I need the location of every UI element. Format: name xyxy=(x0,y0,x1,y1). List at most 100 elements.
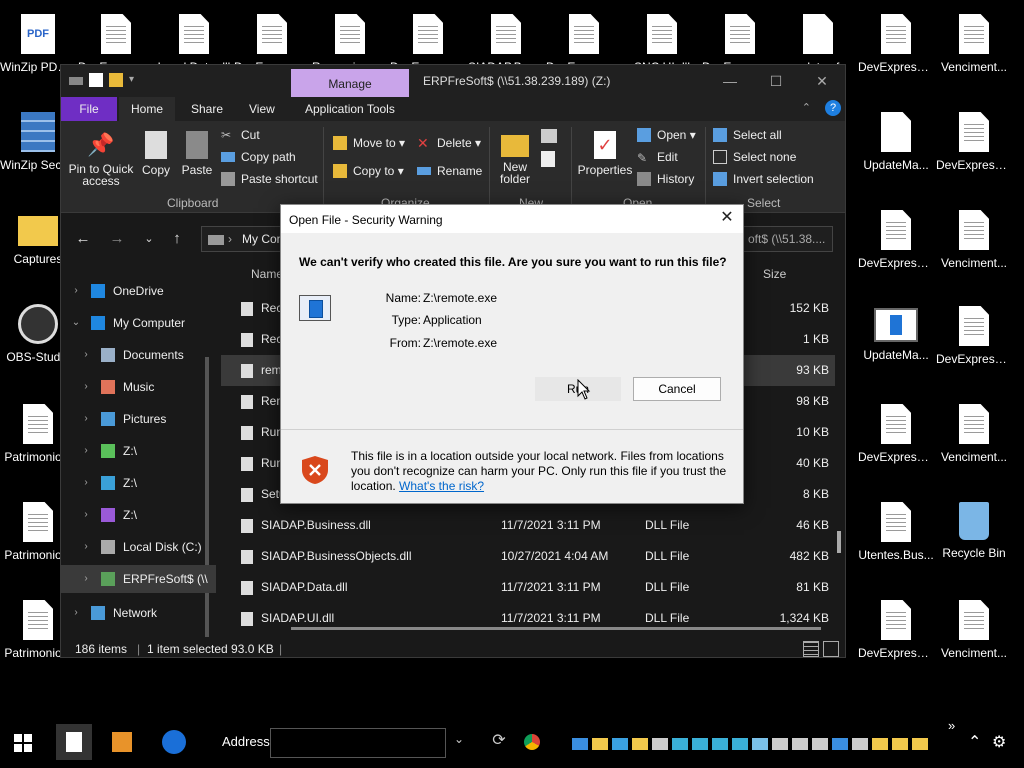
nav-item[interactable]: › Local Disk (C:) xyxy=(61,533,216,561)
expand-chevron-icon[interactable]: ⌄ xyxy=(69,309,83,337)
quick-launch-icon[interactable] xyxy=(752,738,768,750)
nav-item[interactable]: ⌄ My Computer xyxy=(61,309,216,337)
vscroll-thumb[interactable] xyxy=(837,531,841,553)
expand-chevron-icon[interactable]: › xyxy=(79,437,93,465)
copy-path-button[interactable]: Copy path xyxy=(221,147,296,167)
address-bar[interactable]: › My Con xyxy=(201,226,291,252)
quick-launch-icon[interactable] xyxy=(632,738,648,750)
invert-selection-button[interactable]: Invert selection xyxy=(713,169,814,189)
explorer-title-bar[interactable]: ▾ Manage ERPFreSoft$ (\\51.38.239.189) (… xyxy=(61,65,845,97)
quick-launch-icon[interactable] xyxy=(912,738,928,750)
tab-home[interactable]: Home xyxy=(119,97,176,121)
taskbar-teamviewer-icon[interactable] xyxy=(156,724,192,760)
expand-chevron-icon[interactable]: › xyxy=(69,277,83,305)
desktop-icon[interactable]: Utentes.Bus... xyxy=(858,496,934,592)
nav-item[interactable]: › Network xyxy=(61,599,216,627)
nav-item[interactable]: › Z:\ xyxy=(61,437,216,465)
move-to-button[interactable]: Move to ▾ xyxy=(333,133,405,153)
chrome-icon[interactable] xyxy=(524,734,540,750)
up-arrow-icon[interactable]: ↑ xyxy=(167,229,187,249)
quick-launch-icon[interactable] xyxy=(692,738,708,750)
copy-to-button[interactable]: Copy to ▾ xyxy=(333,161,404,181)
help-icon[interactable]: ? xyxy=(825,100,841,116)
select-all-button[interactable]: Select all xyxy=(713,125,782,145)
desktop-icon[interactable]: DevExpress.... xyxy=(858,594,934,690)
expand-chevron-icon[interactable]: › xyxy=(79,405,93,433)
delete-button[interactable]: ✕ Delete ▾ xyxy=(417,133,481,153)
quick-launch-icon[interactable] xyxy=(652,738,668,750)
drive-icon[interactable] xyxy=(69,77,83,85)
paste-button[interactable]: Paste xyxy=(179,131,215,177)
back-arrow-icon[interactable]: ← xyxy=(73,229,93,249)
dialog-title-bar[interactable]: Open File - Security Warning ✕ xyxy=(281,205,743,233)
large-icons-view-icon[interactable] xyxy=(823,641,839,657)
desktop-icon[interactable]: DevExpress.... xyxy=(858,398,934,494)
select-none-button[interactable]: Select none xyxy=(713,147,796,167)
expand-chevron-icon[interactable]: › xyxy=(79,565,93,593)
tab-share[interactable]: Share xyxy=(179,97,235,121)
close-button[interactable]: ✕ xyxy=(799,65,845,97)
desktop-icon[interactable]: Venciment... xyxy=(936,204,1012,300)
minimize-button[interactable]: — xyxy=(707,65,753,97)
quick-launch-icon[interactable] xyxy=(892,738,908,750)
desktop-icon[interactable]: Recycle Bin xyxy=(936,496,1012,592)
windows-start-icon[interactable] xyxy=(14,734,32,752)
dialog-close-icon[interactable]: ✕ xyxy=(717,208,737,228)
pin-to-quick-access-button[interactable]: 📌 Pin to Quick access xyxy=(67,131,135,187)
address-dropdown-icon[interactable]: ⌄ xyxy=(454,732,464,746)
nav-item[interactable]: › OneDrive xyxy=(61,277,216,305)
settings-gear-icon[interactable]: ⚙ xyxy=(992,732,1006,752)
column-header-name[interactable]: Name xyxy=(251,267,283,281)
security-warning-dialog[interactable]: Open File - Security Warning ✕ We can't … xyxy=(280,204,744,504)
file-list-vscrollbar[interactable] xyxy=(837,261,841,621)
quick-launch-icon[interactable] xyxy=(572,738,588,750)
expand-chevron-icon[interactable]: › xyxy=(79,341,93,369)
tab-view[interactable]: View xyxy=(237,97,287,121)
expand-chevron-icon[interactable]: › xyxy=(79,469,93,497)
nav-item[interactable]: › Documents xyxy=(61,341,216,369)
nav-item[interactable]: › Z:\ xyxy=(61,469,216,497)
desktop-icon[interactable]: Venciment... xyxy=(936,8,1012,104)
desktop-icon[interactable]: DevExpress.... xyxy=(936,300,1012,396)
desktop-icon[interactable]: UpdateMa... xyxy=(858,106,934,202)
whats-the-risk-link[interactable]: What's the risk? xyxy=(399,479,484,493)
new-folder-button[interactable]: New folder xyxy=(495,131,535,185)
file-list-hscrollbar[interactable] xyxy=(291,627,821,630)
maximize-button[interactable]: ☐ xyxy=(753,65,799,97)
desktop-icon[interactable]: UpdateMa... xyxy=(858,300,934,396)
easy-access-icon[interactable] xyxy=(541,151,555,167)
forward-arrow-icon[interactable]: → xyxy=(107,229,127,249)
address-toolbar-input[interactable] xyxy=(270,728,446,758)
tab-application-tools[interactable]: Application Tools xyxy=(293,97,407,121)
expand-chevron-icon[interactable]: › xyxy=(79,373,93,401)
quick-launch-icon[interactable] xyxy=(772,738,788,750)
refresh-icon[interactable]: ⟳ xyxy=(488,730,510,752)
properties-qat-icon[interactable] xyxy=(89,73,103,87)
nav-item[interactable]: › Z:\ xyxy=(61,501,216,529)
desktop-icon[interactable]: DevExpress.... xyxy=(858,204,934,300)
copy-button[interactable]: Copy xyxy=(139,131,173,177)
collapse-ribbon-icon[interactable]: ⌃ xyxy=(802,101,811,114)
nav-item[interactable]: › Music xyxy=(61,373,216,401)
toolbar-overflow-icon[interactable]: » xyxy=(948,718,955,733)
cut-button[interactable]: ✂ Cut xyxy=(221,125,260,145)
quick-launch-icon[interactable] xyxy=(792,738,808,750)
history-button[interactable]: History xyxy=(637,169,694,189)
column-header-size[interactable]: Size xyxy=(763,267,786,281)
properties-button[interactable]: ✓ Properties xyxy=(577,131,633,177)
taskbar-file-explorer-icon[interactable] xyxy=(56,724,92,760)
quick-launch-icon[interactable] xyxy=(712,738,728,750)
rename-button[interactable]: Rename xyxy=(417,161,482,181)
details-view-icon[interactable] xyxy=(803,641,819,657)
expand-chevron-icon[interactable]: › xyxy=(79,533,93,561)
new-folder-qat-icon[interactable] xyxy=(109,73,123,87)
desktop-icon[interactable]: Venciment... xyxy=(936,594,1012,690)
quick-launch-icon[interactable] xyxy=(872,738,888,750)
quick-launch-icon[interactable] xyxy=(812,738,828,750)
taskbar-media-app-icon[interactable] xyxy=(104,724,140,760)
open-button[interactable]: Open ▾ xyxy=(637,125,696,145)
desktop-icon[interactable]: Venciment... xyxy=(936,398,1012,494)
quick-launch-icon[interactable] xyxy=(672,738,688,750)
file-row[interactable]: SIADAP.BusinessObjects.dll 10/27/2021 4:0… xyxy=(221,541,835,572)
quick-launch-icon[interactable] xyxy=(612,738,628,750)
